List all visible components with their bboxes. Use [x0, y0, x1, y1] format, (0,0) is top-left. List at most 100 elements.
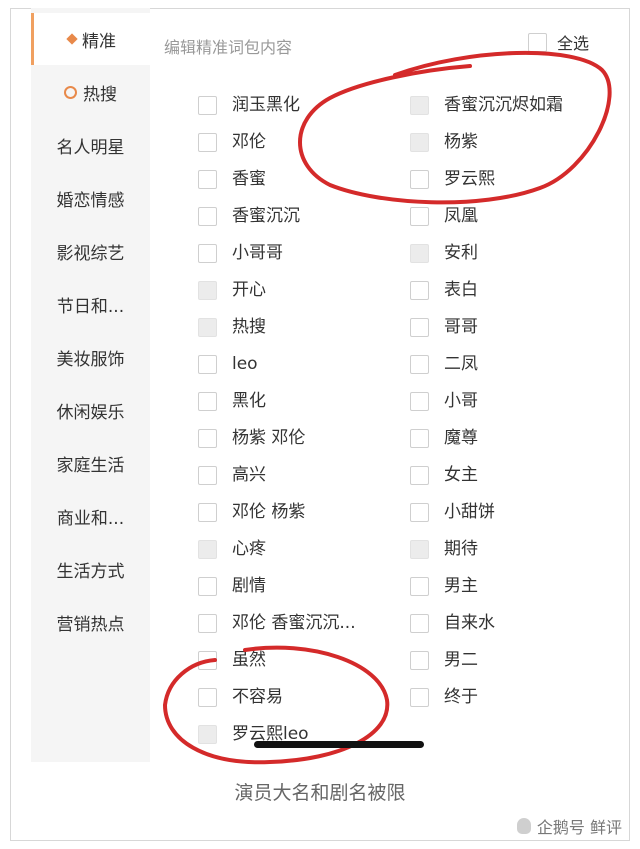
word-checkbox[interactable] [198, 133, 217, 152]
sidebar-item[interactable]: 热搜 [31, 66, 150, 118]
word-checkbox[interactable] [198, 466, 217, 485]
sidebar-item-label: 美妆服饰 [56, 349, 125, 370]
watermark-text: 企鹅号 鲜评 [536, 818, 622, 837]
word-label: 女主 [444, 465, 478, 485]
word-label: 开心 [232, 280, 266, 300]
word-checkbox[interactable] [410, 170, 429, 189]
sidebar-item-label: 热搜 [83, 84, 117, 105]
word-checkbox [198, 725, 217, 744]
word-label: 杨紫 邓伦 [232, 428, 306, 448]
word-label: 心疼 [232, 539, 266, 559]
word-label: 罗云熙 [444, 169, 495, 189]
word-label: 热搜 [232, 317, 266, 337]
word-checkbox[interactable] [198, 170, 217, 189]
category-sidebar: 精准热搜名人明星婚恋情感影视综艺节日和... 美妆服饰休闲娱乐家庭生活商业和...… [31, 8, 150, 762]
word-checkbox[interactable] [198, 651, 217, 670]
word-checkbox[interactable] [410, 392, 429, 411]
word-label: 黑化 [232, 391, 266, 411]
sidebar-item-label: 节日和... [56, 296, 125, 317]
word-label: 魔尊 [444, 428, 478, 448]
sidebar-item-label: 家庭生活 [56, 455, 125, 476]
word-label: 小哥 [444, 391, 478, 411]
sidebar-item[interactable]: 商业和... [31, 490, 150, 542]
sidebar-item[interactable]: 影视综艺 [31, 225, 150, 277]
diamond-icon [66, 33, 78, 45]
watermark: 企鹅号 鲜评 [516, 814, 622, 838]
word-label: 邓伦 杨紫 [232, 502, 306, 522]
word-checkbox[interactable] [198, 392, 217, 411]
word-checkbox[interactable] [198, 355, 217, 374]
word-checkbox[interactable] [410, 614, 429, 633]
sidebar-item-label: 商业和... [56, 508, 125, 529]
word-label: 哥哥 [444, 317, 478, 337]
word-label: 表白 [444, 280, 478, 300]
sidebar-item[interactable]: 节日和... [31, 278, 150, 330]
sidebar-item[interactable]: 生活方式 [31, 543, 150, 595]
word-checkbox [198, 540, 217, 559]
image-caption: 演员大名和剧名被限 [234, 782, 406, 804]
home-indicator-bar [254, 741, 424, 748]
sidebar-item[interactable]: 婚恋情感 [31, 172, 150, 224]
word-label: 杨紫 [444, 132, 478, 152]
sidebar-item-label: 营销热点 [56, 614, 125, 635]
word-label: 剧情 [232, 576, 266, 596]
word-checkbox[interactable] [198, 96, 217, 115]
word-checkbox[interactable] [198, 244, 217, 263]
word-checkbox [410, 540, 429, 559]
page-title: 编辑精准词包内容 [164, 38, 293, 57]
word-checkbox[interactable] [410, 318, 429, 337]
word-label: 香蜜 [232, 169, 266, 189]
word-checkbox[interactable] [410, 281, 429, 300]
flame-icon [64, 85, 77, 99]
penguin-logo-icon [516, 818, 531, 834]
sidebar-item[interactable]: 休闲娱乐 [31, 384, 150, 436]
word-checkbox[interactable] [198, 503, 217, 522]
sidebar-item[interactable]: 家庭生活 [31, 437, 150, 489]
sidebar-item-label: 精准 [82, 31, 116, 52]
word-checkbox[interactable] [198, 688, 217, 707]
word-label: 邓伦 [232, 132, 266, 152]
word-label: 男主 [444, 576, 478, 596]
sidebar-item-label: 婚恋情感 [56, 190, 125, 211]
word-label: 润玉黑化 [232, 95, 300, 115]
word-checkbox [410, 244, 429, 263]
word-label: 凤凰 [444, 206, 478, 226]
word-checkbox [198, 318, 217, 337]
word-checkbox[interactable] [410, 688, 429, 707]
word-checkbox[interactable] [198, 577, 217, 596]
word-checkbox[interactable] [410, 651, 429, 670]
sidebar-item[interactable]: 精准 [31, 13, 150, 65]
word-checkbox[interactable] [198, 614, 217, 633]
word-checkbox [410, 96, 429, 115]
sidebar-item[interactable]: 名人明星 [31, 119, 150, 171]
select-all-label: 全选 [557, 34, 590, 53]
word-checkbox[interactable] [410, 429, 429, 448]
word-label: 男二 [444, 650, 478, 670]
word-checkbox[interactable] [198, 207, 217, 226]
word-label: 二凤 [444, 354, 478, 374]
word-label: leo [232, 354, 258, 374]
sidebar-item-label: 休闲娱乐 [56, 402, 125, 423]
word-label: 自来水 [444, 613, 495, 633]
word-label: 期待 [444, 539, 478, 559]
word-checkbox[interactable] [198, 429, 217, 448]
sidebar-item-label: 影视综艺 [56, 243, 125, 264]
sidebar-item[interactable]: 美妆服饰 [31, 331, 150, 383]
word-label: 高兴 [232, 465, 266, 485]
select-all-checkbox[interactable] [528, 32, 547, 52]
sidebar-item-label: 生活方式 [56, 561, 125, 582]
word-checkbox[interactable] [410, 577, 429, 596]
word-label: 终于 [444, 687, 478, 707]
sidebar-item-label: 名人明星 [56, 137, 125, 158]
word-checkbox[interactable] [410, 355, 429, 374]
word-label: 香蜜沉沉 [232, 206, 300, 226]
word-checkbox[interactable] [410, 503, 429, 522]
select-all-control[interactable]: 全选 [528, 30, 589, 54]
word-label: 香蜜沉沉烬如霜 [444, 95, 563, 115]
word-label: 虽然 [232, 650, 266, 670]
word-label: 邓伦 香蜜沉沉... [232, 613, 356, 633]
word-checkbox[interactable] [410, 207, 429, 226]
word-checkbox[interactable] [410, 466, 429, 485]
word-checkbox [410, 133, 429, 152]
sidebar-item[interactable]: 营销热点 [31, 596, 150, 648]
